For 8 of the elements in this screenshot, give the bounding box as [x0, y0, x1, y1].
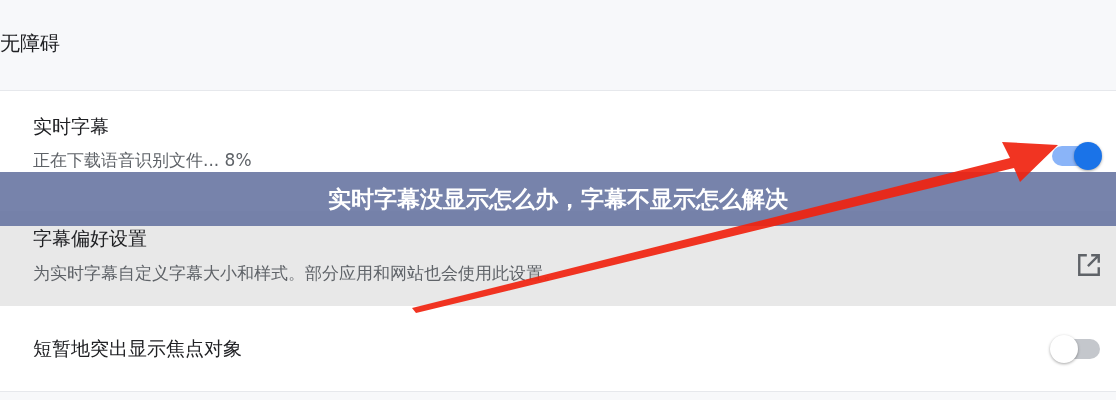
banner-title: 实时字幕没显示怎么办，字幕不显示怎么解决 [328, 184, 788, 214]
setting-title: 字幕偏好设置 [33, 226, 148, 251]
section-title: 无障碍 [0, 29, 60, 57]
external-link-icon[interactable] [1076, 252, 1102, 278]
setting-description: 为实时字幕自定义字幕大小和样式。部分应用和网站也会使用此设置。 [33, 262, 560, 285]
setting-title: 实时字幕 [33, 114, 110, 139]
setting-title: 短暂地突出显示焦点对象 [33, 335, 242, 361]
setting-description: 正在下载语音识别文件... 8% [33, 149, 252, 172]
